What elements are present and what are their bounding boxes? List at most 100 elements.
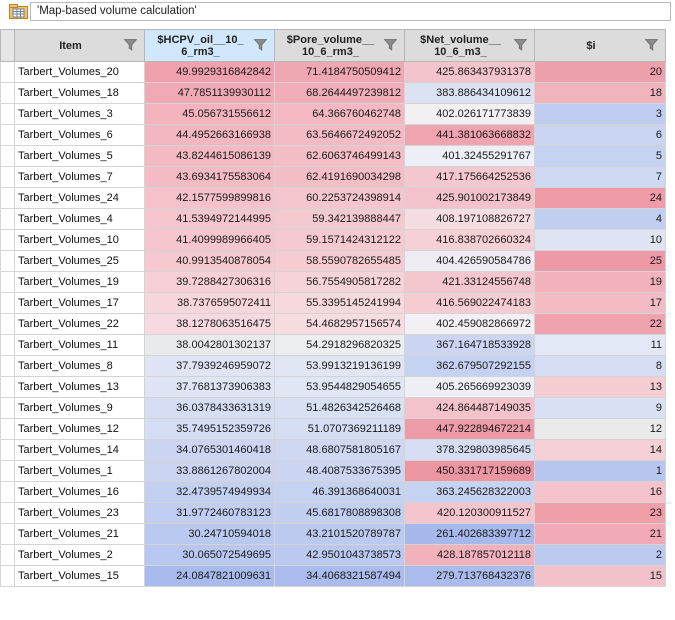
cell-i[interactable]: 25 xyxy=(534,250,666,272)
table-row[interactable]: Tarbert_Volumes_24 42.1577599899816 60.225… xyxy=(0,187,666,209)
column-header-item[interactable]: Item xyxy=(14,29,145,62)
cell-hcpv[interactable]: 31.9772460783123 xyxy=(144,502,275,524)
table-row[interactable]: Tarbert_Volumes_13 37.7681373906383 53.954… xyxy=(0,376,666,398)
row-header[interactable] xyxy=(0,481,15,503)
table-row[interactable]: Tarbert_Volumes_15 24.0847821009631 34.406… xyxy=(0,565,666,587)
cell-i[interactable]: 22 xyxy=(534,313,666,335)
cell-i[interactable]: 17 xyxy=(534,292,666,314)
cell-pore-volume[interactable]: 48.4087533675395 xyxy=(274,460,405,482)
table-row[interactable]: Tarbert_Volumes_1 33.8861267802004 48.4087… xyxy=(0,460,666,482)
cell-hcpv[interactable]: 38.7376595072411 xyxy=(144,292,275,314)
row-header[interactable] xyxy=(0,502,15,524)
cell-hcpv[interactable]: 43.6934175583064 xyxy=(144,166,275,188)
cell-pore-volume[interactable]: 55.3395145241994 xyxy=(274,292,405,314)
cell-pore-volume[interactable]: 42.9501043738573 xyxy=(274,544,405,566)
cell-i[interactable]: 7 xyxy=(534,166,666,188)
cell-hcpv[interactable]: 35.7495152359726 xyxy=(144,418,275,440)
cell-item[interactable]: Tarbert_Volumes_21 xyxy=(14,523,145,545)
column-header-i[interactable]: $i xyxy=(534,29,666,62)
cell-i[interactable]: 10 xyxy=(534,229,666,251)
row-header[interactable] xyxy=(0,145,15,167)
row-header[interactable] xyxy=(0,82,15,104)
cell-i[interactable]: 13 xyxy=(534,376,666,398)
row-header[interactable] xyxy=(0,208,15,230)
cell-hcpv[interactable]: 39.7288427306316 xyxy=(144,271,275,293)
table-row[interactable]: Tarbert_Volumes_17 38.7376595072411 55.339… xyxy=(0,292,666,314)
table-row[interactable]: Tarbert_Volumes_16 32.4739574949934 46.391… xyxy=(0,481,666,503)
cell-net-volume[interactable]: 416.838702660324 xyxy=(404,229,535,251)
table-row[interactable]: Tarbert_Volumes_2 30.065072549695 42.95010… xyxy=(0,544,666,566)
cell-net-volume[interactable]: 420.120300911527 xyxy=(404,502,535,524)
row-header-corner[interactable] xyxy=(0,29,15,62)
cell-i[interactable]: 4 xyxy=(534,208,666,230)
cell-pore-volume[interactable]: 64.366760462748 xyxy=(274,103,405,125)
cell-hcpv[interactable]: 45.056731556612 xyxy=(144,103,275,125)
cell-hcpv[interactable]: 30.24710594018 xyxy=(144,523,275,545)
cell-i[interactable]: 2 xyxy=(534,544,666,566)
cell-i[interactable]: 11 xyxy=(534,334,666,356)
cell-item[interactable]: Tarbert_Volumes_12 xyxy=(14,418,145,440)
cell-item[interactable]: Tarbert_Volumes_16 xyxy=(14,481,145,503)
cell-hcpv[interactable]: 44.4952663166938 xyxy=(144,124,275,146)
cell-item[interactable]: Tarbert_Volumes_23 xyxy=(14,502,145,524)
filter-icon[interactable] xyxy=(123,39,138,51)
cell-net-volume[interactable]: 404.426590584786 xyxy=(404,250,535,272)
cell-item[interactable]: Tarbert_Volumes_17 xyxy=(14,292,145,314)
row-header[interactable] xyxy=(0,166,15,188)
cell-pore-volume[interactable]: 53.9544829054655 xyxy=(274,376,405,398)
cell-pore-volume[interactable]: 60.2253724398914 xyxy=(274,187,405,209)
cell-net-volume[interactable]: 450.331717159689 xyxy=(404,460,535,482)
cell-pore-volume[interactable]: 45.6817808898308 xyxy=(274,502,405,524)
cell-item[interactable]: Tarbert_Volumes_25 xyxy=(14,250,145,272)
cell-net-volume[interactable]: 421.33124556748 xyxy=(404,271,535,293)
row-header[interactable] xyxy=(0,124,15,146)
row-header[interactable] xyxy=(0,565,15,587)
column-header-net-volume[interactable]: $Net_volume__ 10_6_m3_ xyxy=(404,29,535,62)
cell-pore-volume[interactable]: 62.6063746499143 xyxy=(274,145,405,167)
table-row[interactable]: Tarbert_Volumes_12 35.7495152359726 51.070… xyxy=(0,418,666,440)
table-row[interactable]: Tarbert_Volumes_4 41.5394972144995 59.3421… xyxy=(0,208,666,230)
row-header[interactable] xyxy=(0,376,15,398)
table-row[interactable]: Tarbert_Volumes_21 30.24710594018 43.21015… xyxy=(0,523,666,545)
row-header[interactable] xyxy=(0,418,15,440)
row-header[interactable] xyxy=(0,229,15,251)
cell-pore-volume[interactable]: 51.0707369211189 xyxy=(274,418,405,440)
cell-item[interactable]: Tarbert_Volumes_6 xyxy=(14,124,145,146)
cell-hcpv[interactable]: 33.8861267802004 xyxy=(144,460,275,482)
cell-net-volume[interactable]: 417.175664252536 xyxy=(404,166,535,188)
table-row[interactable]: Tarbert_Volumes_9 36.0378433631319 51.4826… xyxy=(0,397,666,419)
cell-item[interactable]: Tarbert_Volumes_18 xyxy=(14,82,145,104)
cell-i[interactable]: 12 xyxy=(534,418,666,440)
table-row[interactable]: Tarbert_Volumes_23 31.9772460783123 45.681… xyxy=(0,502,666,524)
cell-hcpv[interactable]: 32.4739574949934 xyxy=(144,481,275,503)
row-header[interactable] xyxy=(0,271,15,293)
cell-item[interactable]: Tarbert_Volumes_10 xyxy=(14,229,145,251)
cell-i[interactable]: 6 xyxy=(534,124,666,146)
cell-pore-volume[interactable]: 34.4068321587494 xyxy=(274,565,405,587)
cell-net-volume[interactable]: 416.569022474183 xyxy=(404,292,535,314)
row-header[interactable] xyxy=(0,334,15,356)
cell-i[interactable]: 1 xyxy=(534,460,666,482)
cell-pore-volume[interactable]: 59.342139888447 xyxy=(274,208,405,230)
cell-hcpv[interactable]: 34.0765301460418 xyxy=(144,439,275,461)
cell-i[interactable]: 14 xyxy=(534,439,666,461)
table-row[interactable]: Tarbert_Volumes_11 38.0042801302137 54.291… xyxy=(0,334,666,356)
table-row[interactable]: Tarbert_Volumes_19 39.7288427306316 56.755… xyxy=(0,271,666,293)
cell-pore-volume[interactable]: 48.6807581805167 xyxy=(274,439,405,461)
cell-net-volume[interactable]: 362.679507292155 xyxy=(404,355,535,377)
cell-net-volume[interactable]: 425.901002173849 xyxy=(404,187,535,209)
row-header[interactable] xyxy=(0,460,15,482)
cell-item[interactable]: Tarbert_Volumes_1 xyxy=(14,460,145,482)
cell-pore-volume[interactable]: 68.2644497239812 xyxy=(274,82,405,104)
cell-net-volume[interactable]: 363.245628322003 xyxy=(404,481,535,503)
cell-hcpv[interactable]: 30.065072549695 xyxy=(144,544,275,566)
cell-item[interactable]: Tarbert_Volumes_14 xyxy=(14,439,145,461)
cell-pore-volume[interactable]: 63.5646672492052 xyxy=(274,124,405,146)
column-header-hcpv[interactable]: $HCPV_oil__10_ 6_rm3_ xyxy=(144,29,275,62)
row-header[interactable] xyxy=(0,103,15,125)
cell-item[interactable]: Tarbert_Volumes_13 xyxy=(14,376,145,398)
cell-item[interactable]: Tarbert_Volumes_20 xyxy=(14,61,145,83)
cell-net-volume[interactable]: 447.922894672214 xyxy=(404,418,535,440)
cell-hcpv[interactable]: 38.1278063516475 xyxy=(144,313,275,335)
table-row[interactable]: Tarbert_Volumes_3 45.056731556612 64.36676… xyxy=(0,103,666,125)
